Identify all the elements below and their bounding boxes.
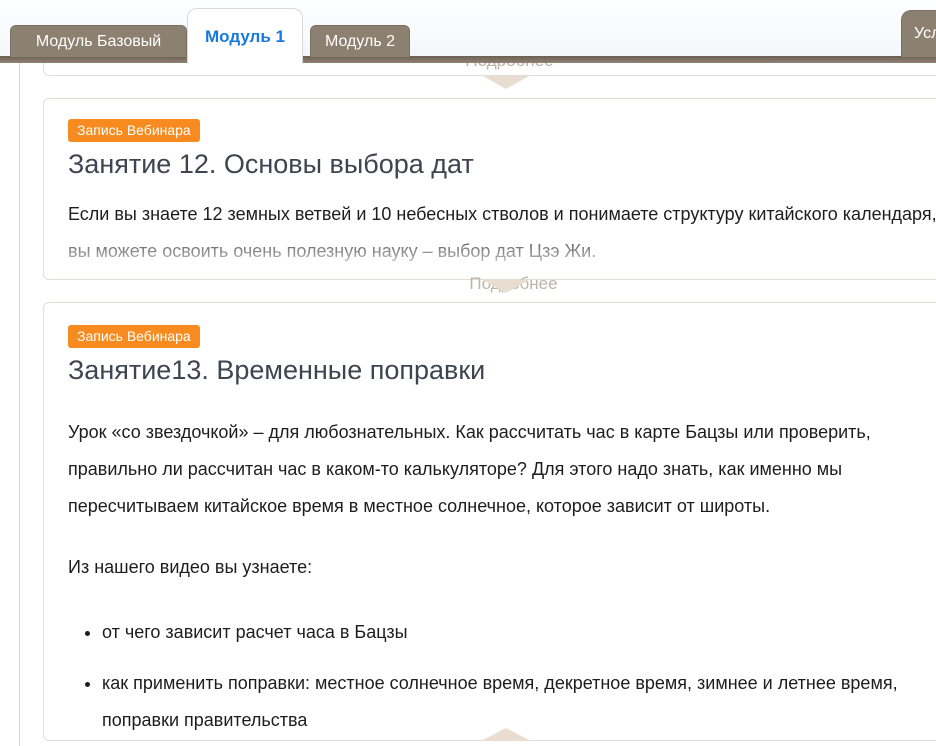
lesson-bullet-list: от чего зависит расчет часа в Бацзы как … — [68, 614, 936, 739]
chevron-down-icon — [483, 76, 529, 89]
lesson-excerpt: Если вы знаете 12 земных ветвей и 10 неб… — [68, 196, 936, 270]
lesson-card-13: Запись Вебинара Занятие13. Временные поп… — [43, 302, 936, 741]
tab-truncated-right[interactable]: Усл — [901, 10, 936, 57]
tab-module-1-active[interactable]: Модуль 1 — [187, 8, 303, 64]
lesson-card-12: Запись Вебинара Занятие 12. Основы выбор… — [43, 98, 936, 280]
lesson-title: Занятие13. Временные поправки — [68, 354, 936, 386]
tab-label: Модуль Базовый — [36, 33, 161, 51]
lesson-description: Урок «со звездочкой» – для любознательны… — [68, 414, 936, 525]
tab-label: Усл — [914, 25, 936, 43]
bullet-item: от чего зависит расчет часа в Бацзы — [102, 614, 936, 651]
chevron-up-icon — [481, 728, 531, 741]
tab-module-2[interactable]: Модуль 2 — [310, 25, 410, 57]
tab-label: Модуль 1 — [205, 27, 285, 47]
tab-bar: Модуль Базовый Модуль 1 Модуль 2 Усл — [0, 0, 936, 63]
module-content-panel: Подробнее Запись Вебинара Занятие 12. Ос… — [19, 63, 936, 746]
more-link[interactable]: Подробнее — [465, 63, 553, 71]
tab-label: Модуль 2 — [325, 33, 395, 51]
lesson-lead-in: Из нашего видео вы узнаете: — [68, 549, 936, 586]
webinar-badge: Запись Вебинара — [68, 325, 200, 348]
lesson-card-partial: Подробнее — [43, 63, 936, 76]
tab-bar-strip — [0, 56, 936, 63]
webinar-badge: Запись Вебинара — [68, 119, 200, 142]
chevron-down-icon — [483, 280, 529, 293]
tab-module-basic[interactable]: Модуль Базовый — [10, 25, 187, 57]
lesson-title: Занятие 12. Основы выбора дат — [68, 148, 936, 180]
